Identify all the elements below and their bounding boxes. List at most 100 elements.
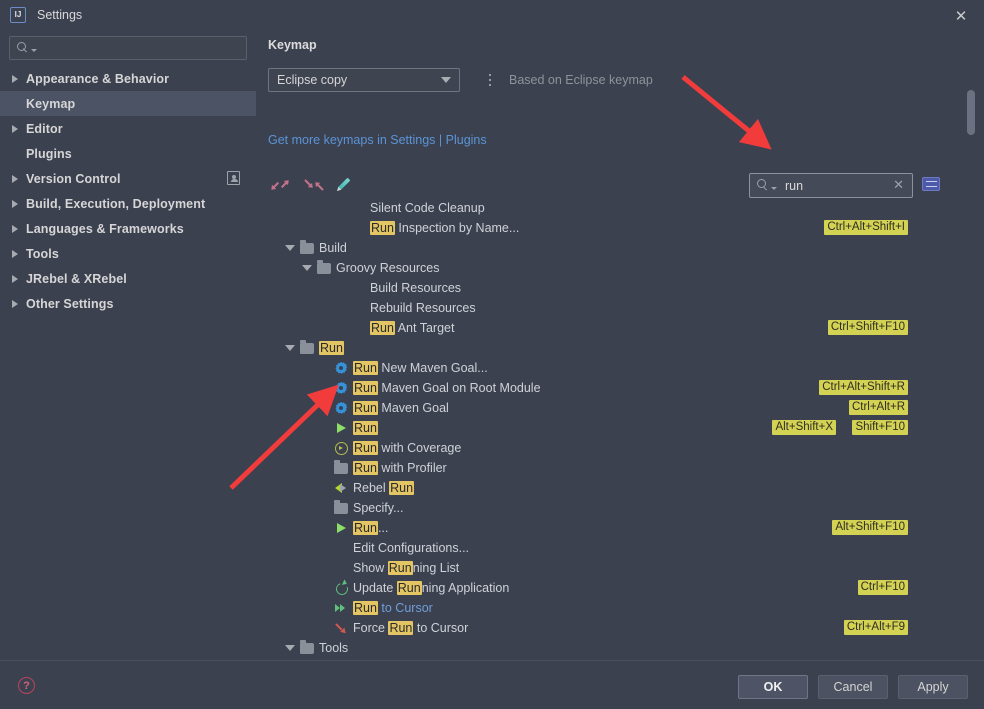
tree-row[interactable]: Show Running List (256, 558, 984, 578)
user-account-icon (227, 171, 240, 185)
chevron-down-icon (771, 186, 777, 190)
tree-row-text: Rebel (353, 481, 390, 495)
tree-row[interactable]: Edit Configurations... (256, 538, 984, 558)
sidebar-item-plugins[interactable]: Plugins (0, 141, 256, 166)
action-search-input[interactable]: run ✕ (749, 173, 913, 198)
find-by-shortcut-icon[interactable] (922, 177, 940, 191)
search-match-highlight: Run (353, 441, 378, 455)
keymap-action-tree[interactable]: Silent Code Cleanup Run Inspection by Nam… (256, 198, 984, 676)
expand-all-icon[interactable] (270, 174, 291, 195)
tree-row[interactable]: Rebuild Resources (256, 298, 984, 318)
chevron-right-icon[interactable] (12, 274, 18, 283)
tree-row-label: Run to Cursor (353, 601, 433, 615)
help-icon[interactable]: ? (18, 677, 35, 694)
tree-row[interactable]: Run Ant Target Ctrl+Shift+F10 (256, 318, 984, 338)
chevron-right-icon[interactable] (12, 199, 18, 208)
settings-search-field[interactable] (9, 36, 247, 60)
page-title: Keymap (268, 38, 317, 52)
chevron-down-icon[interactable] (285, 245, 295, 251)
tree-row-text: Groovy Resources (336, 261, 440, 275)
run-play-icon (334, 521, 348, 535)
tree-row-label: Run... (353, 521, 388, 535)
chevron-right-icon[interactable] (12, 299, 18, 308)
tree-row[interactable]: Rebel Run (256, 478, 984, 498)
tree-row-text: New Maven Goal... (377, 361, 488, 375)
tree-row-label: Build Resources (370, 281, 461, 295)
tree-row[interactable]: Run Inspection by Name... Ctrl+Alt+Shift+… (256, 218, 984, 238)
apply-button[interactable]: Apply (898, 675, 968, 699)
tree-row-text: Maven Goal on Root Module (377, 381, 541, 395)
tree-row[interactable]: Run... Alt+Shift+F10 (256, 518, 984, 538)
tree-row[interactable]: Run New Maven Goal... (256, 358, 984, 378)
tree-row[interactable]: Run Maven Goal Ctrl+Alt+R (256, 398, 984, 418)
chevron-right-icon[interactable] (12, 174, 18, 183)
title-bar: IJ Settings ✕ (0, 0, 984, 30)
close-icon[interactable]: ✕ (952, 7, 970, 25)
tree-row[interactable]: Tools (256, 638, 984, 658)
tree-row-label: Rebuild Resources (370, 301, 476, 315)
tree-row[interactable]: Run to Cursor (256, 598, 984, 618)
chevron-right-icon[interactable] (12, 224, 18, 233)
sidebar-item-appearance-behavior[interactable]: Appearance & Behavior (0, 66, 256, 91)
maven-gear-icon (334, 401, 348, 415)
tree-row-label: Edit Configurations... (353, 541, 469, 555)
tree-row[interactable]: Run Maven Goal on Root Module Ctrl+Alt+Sh… (256, 378, 984, 398)
tree-row[interactable]: Update Running Application Ctrl+F10 (256, 578, 984, 598)
footer-buttons: OK Cancel Apply (738, 675, 968, 699)
sidebar-item-keymap[interactable]: Keymap (0, 91, 256, 116)
tree-row[interactable]: Specify... (256, 498, 984, 518)
tree-row[interactable]: Build Resources (256, 278, 984, 298)
chevron-down-icon (31, 49, 37, 52)
clear-search-icon[interactable]: ✕ (893, 179, 904, 192)
window-title: Settings (37, 8, 83, 22)
tree-row[interactable]: Run with Profiler (256, 458, 984, 478)
tree-row[interactable]: Groovy Resources (256, 258, 984, 278)
edit-shortcut-pencil-icon[interactable] (337, 174, 359, 195)
tree-row-text: with Profiler (377, 461, 447, 475)
tree-row[interactable]: Force Run to Cursor Ctrl+Alt+F9 (256, 618, 984, 638)
sidebar-item-version-control[interactable]: Version Control (0, 166, 256, 191)
tree-row-label: Build (319, 241, 347, 255)
sidebar-item-tools[interactable]: Tools (0, 241, 256, 266)
chevron-right-icon[interactable] (12, 74, 18, 83)
collapse-all-icon[interactable] (304, 174, 325, 195)
tree-row[interactable]: Run with Coverage (256, 438, 984, 458)
keymap-more-options-button[interactable] (483, 70, 497, 90)
tree-row-label: Silent Code Cleanup (370, 201, 485, 215)
ok-button[interactable]: OK (738, 675, 808, 699)
get-more-keymaps-link[interactable]: Get more keymaps in Settings | Plugins (268, 133, 487, 147)
sidebar-item-jrebel-xrebel[interactable]: JRebel & XRebel (0, 266, 256, 291)
folder-icon (334, 460, 348, 474)
tree-row[interactable]: Run Shift+F10 Alt+Shift+X (256, 418, 984, 438)
tree-scrollbar-thumb[interactable] (967, 90, 975, 135)
shortcut-badge: Ctrl+F10 (857, 580, 908, 595)
sidebar-item-build-execution-deployment[interactable]: Build, Execution, Deployment (0, 191, 256, 216)
cancel-button[interactable]: Cancel (818, 675, 888, 699)
tree-row[interactable]: Run (256, 338, 984, 358)
chevron-down-icon (441, 77, 451, 83)
sidebar-item-languages-frameworks[interactable]: Languages & Frameworks (0, 216, 256, 241)
chevron-right-icon[interactable] (12, 124, 18, 133)
sidebar-item-editor[interactable]: Editor (0, 116, 256, 141)
tree-row-text: ning Application (421, 581, 510, 595)
jrebel-icon (334, 481, 348, 495)
folder-icon (317, 260, 331, 274)
chevron-down-icon[interactable] (285, 645, 295, 651)
tree-row[interactable]: Silent Code Cleanup (256, 198, 984, 218)
chevron-down-icon[interactable] (285, 345, 295, 351)
chevron-down-icon[interactable] (302, 265, 312, 271)
sidebar-item-other-settings[interactable]: Other Settings (0, 291, 256, 316)
keymap-scheme-select[interactable]: Eclipse copy (268, 68, 460, 92)
dot-3 (488, 83, 492, 87)
search-match-highlight: Run (353, 401, 378, 415)
chevron-right-icon[interactable] (12, 249, 18, 258)
tree-row[interactable]: Build (256, 238, 984, 258)
tree-row-text: Build Resources (370, 281, 462, 295)
tree-row-label: Tools (319, 641, 348, 655)
